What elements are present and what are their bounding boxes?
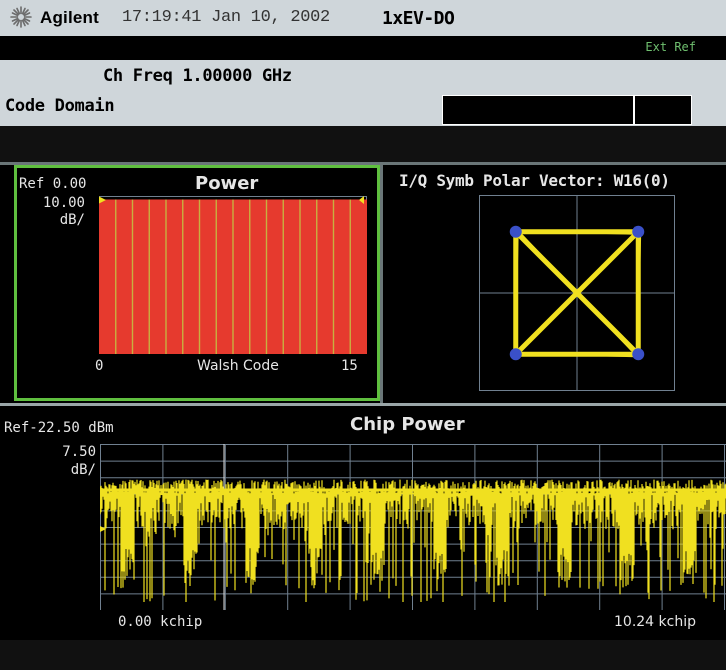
scale-value: 7.50 xyxy=(62,444,96,460)
bar xyxy=(249,199,267,354)
window-title: Power xyxy=(195,173,259,194)
window-title: Chip Power xyxy=(350,414,465,435)
channel-frequency: Ch Freq 1.00000 GHz xyxy=(103,66,292,86)
scale-unit: dB/ xyxy=(70,462,96,478)
scale-value: 10.00 xyxy=(42,195,85,211)
info-field-1 xyxy=(442,95,634,125)
agilent-spark-icon xyxy=(10,6,32,28)
measurement-name: Code Domain xyxy=(5,96,115,116)
bar xyxy=(216,199,233,354)
status-annunciator-bar: Ext Ref xyxy=(0,36,726,60)
x-axis-label: Walsh Code xyxy=(197,358,279,374)
power-window[interactable]: Ref 0.00 Power 10.00 dB/ 0 Walsh Code 15 xyxy=(14,165,380,401)
iq-polar-plot xyxy=(479,195,675,391)
bar xyxy=(182,199,200,354)
scale-unit: dB/ xyxy=(59,212,85,228)
message-bar xyxy=(0,126,726,164)
bar xyxy=(316,199,334,354)
mode-label: 1xEV-DO xyxy=(382,8,455,29)
window-title: I/Q Symb Polar Vector: W16(0) xyxy=(399,171,670,190)
timestamp: 17:19:41 Jan 10, 2002 xyxy=(122,8,330,27)
bar xyxy=(99,199,116,354)
status-bar xyxy=(0,640,726,670)
symbol-point xyxy=(632,225,645,238)
bar xyxy=(149,199,166,354)
chip-power-trace xyxy=(100,444,726,610)
bar xyxy=(166,199,183,354)
x-axis-start: 0.00 kchip xyxy=(118,614,203,630)
x-axis-end: 10.24 kchip xyxy=(614,614,696,630)
bar xyxy=(283,199,300,354)
symbol-point xyxy=(509,225,522,238)
bar xyxy=(300,199,317,354)
iq-window[interactable]: I/Q Symb Polar Vector: W16(0) xyxy=(383,165,726,401)
symbol-point xyxy=(509,348,522,361)
symbol-point xyxy=(632,348,645,361)
ref-level-label: Ref-22.50 dBm xyxy=(4,420,114,436)
bar xyxy=(350,199,367,354)
bar xyxy=(266,199,284,354)
bar xyxy=(115,199,133,354)
power-bar-chart xyxy=(99,196,367,354)
chip-power-window[interactable]: Ref-22.50 dBm Chip Power 7.50 dB/ 0.00 k… xyxy=(0,406,726,640)
info-field-2 xyxy=(634,95,692,125)
brand-name: Agilent xyxy=(40,8,100,27)
title-bar: Agilent 17:19:41 Jan 10, 2002 1xEV-DO xyxy=(0,0,726,36)
x-axis-end: 15 xyxy=(341,358,358,374)
ref-level-label: Ref 0.00 xyxy=(19,176,87,192)
ext-ref-indicator: Ext Ref xyxy=(645,40,696,54)
measurement-header: Ch Freq 1.00000 GHz Code Domain xyxy=(0,60,726,126)
bar xyxy=(233,199,250,354)
x-axis-start: 0 xyxy=(95,358,104,374)
bar xyxy=(132,199,150,354)
bar xyxy=(333,199,351,354)
bar xyxy=(199,199,217,354)
